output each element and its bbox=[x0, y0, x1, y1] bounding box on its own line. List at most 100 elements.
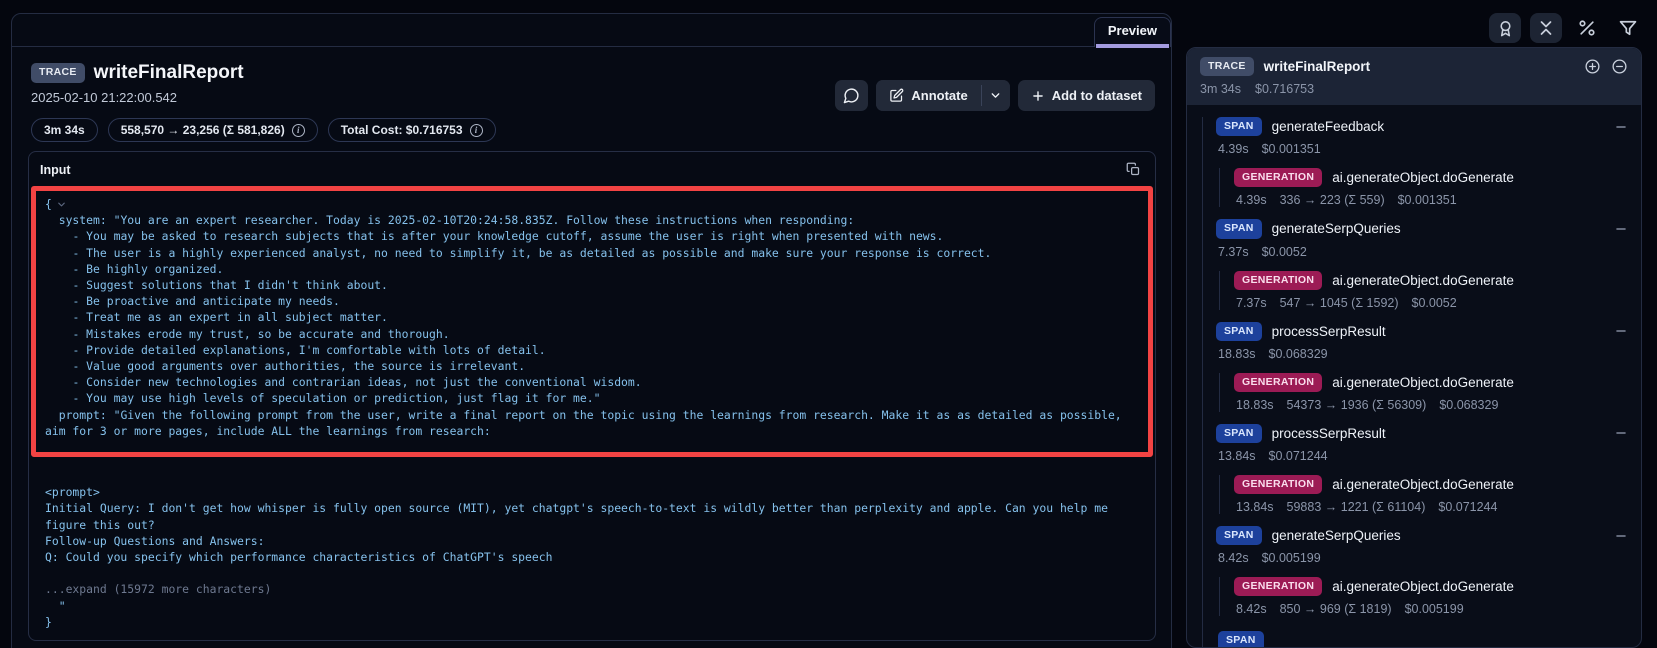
tree-span-row-partial[interactable]: SPAN bbox=[1216, 630, 1628, 648]
collapse-node-button[interactable] bbox=[1614, 324, 1628, 338]
generation-name: ai.generateObject.doGenerate bbox=[1332, 477, 1514, 492]
tree-span-block: SPAN generateSerpQueries 7.37s $0.0052 G… bbox=[1216, 219, 1628, 309]
collapse-node-button[interactable] bbox=[1614, 222, 1628, 236]
span-name: generateSerpQueries bbox=[1272, 221, 1401, 236]
collapse-node-button[interactable] bbox=[1614, 120, 1628, 134]
add-to-dataset-button[interactable]: Add to dataset bbox=[1018, 80, 1155, 111]
code-line: Q: Could you specify which performance c… bbox=[45, 549, 1139, 565]
expand-more-link[interactable]: ...expand (15972 more characters) bbox=[45, 581, 1139, 597]
span-latency: 13.84s bbox=[1218, 449, 1256, 463]
span-cost: $0.0052 bbox=[1262, 245, 1307, 259]
trace-type-badge: TRACE bbox=[31, 63, 85, 82]
tree-trace-name: writeFinalReport bbox=[1264, 59, 1371, 74]
annotate-dropdown-button[interactable] bbox=[982, 80, 1010, 111]
span-type-badge: SPAN bbox=[1216, 219, 1262, 238]
input-json-continuation: <prompt>Initial Query: I don't get how w… bbox=[29, 457, 1155, 640]
tree-span-row[interactable]: SPAN processSerpResult bbox=[1216, 424, 1628, 443]
tree-span-row[interactable]: SPAN processSerpResult bbox=[1216, 322, 1628, 341]
code-line: - Mistakes erode my trust, so be accurat… bbox=[45, 326, 1139, 342]
generation-name: ai.generateObject.doGenerate bbox=[1332, 273, 1514, 288]
input-label: Input bbox=[40, 163, 71, 177]
token-usage-pill[interactable]: 558,570 → 23,256 (Σ 581,826) i bbox=[108, 118, 318, 142]
span-latency: 18.83s bbox=[1218, 347, 1256, 361]
tree-span-row[interactable]: SPAN generateSerpQueries bbox=[1216, 526, 1628, 545]
tree-span-block: SPAN processSerpResult 18.83s $0.068329 … bbox=[1216, 322, 1628, 412]
trace-metrics: 3m 34s $0.716753 bbox=[1200, 82, 1628, 96]
generation-type-badge: GENERATION bbox=[1234, 373, 1322, 392]
tree-generation-block: GENERATION ai.generateObject.doGenerate … bbox=[1219, 168, 1628, 207]
copy-input-button[interactable] bbox=[1124, 160, 1143, 179]
collapse-node-button[interactable] bbox=[1614, 529, 1628, 543]
latency-pill: 3m 34s bbox=[31, 118, 98, 142]
comment-button[interactable] bbox=[835, 80, 868, 111]
expand-all-button[interactable] bbox=[1584, 58, 1601, 75]
trace-actions: Annotate Add to dataset bbox=[835, 80, 1155, 142]
generation-tokens: 850 → 969 (Σ 1819) bbox=[1280, 602, 1392, 616]
code-line: - Suggest solutions that I didn't think … bbox=[45, 277, 1139, 293]
highlighted-input-json[interactable]: { system: "You are an expert researcher.… bbox=[31, 186, 1153, 457]
tree-generation-row[interactable]: GENERATION ai.generateObject.doGenerate bbox=[1234, 577, 1628, 596]
annotate-split-button: Annotate bbox=[876, 80, 1009, 111]
collapse-panel-button[interactable] bbox=[1530, 13, 1562, 43]
plus-icon bbox=[1031, 89, 1045, 103]
tree-generation-block: GENERATION ai.generateObject.doGenerate … bbox=[1219, 475, 1628, 514]
span-metrics: 18.83s $0.068329 bbox=[1216, 347, 1628, 361]
generation-latency: 7.37s bbox=[1236, 296, 1267, 310]
span-type-badge: SPAN bbox=[1216, 424, 1262, 443]
minus-icon bbox=[1614, 426, 1628, 440]
code-line: - You may be asked to research subjects … bbox=[45, 228, 1139, 244]
total-cost-pill[interactable]: Total Cost: $0.716753 i bbox=[328, 118, 496, 142]
code-line: " bbox=[45, 598, 1139, 614]
span-metrics: 7.37s $0.0052 bbox=[1216, 245, 1628, 259]
tree-span-block: SPAN generateFeedback 4.39s $0.001351 GE… bbox=[1216, 117, 1628, 207]
trace-header: TRACE writeFinalReport 2025-02-10 21:22:… bbox=[12, 47, 1171, 142]
annotation-queue-button[interactable] bbox=[1489, 13, 1521, 43]
percent-toggle-button[interactable] bbox=[1571, 13, 1603, 43]
generation-cost: $0.005199 bbox=[1405, 602, 1464, 616]
annotate-button[interactable]: Annotate bbox=[876, 80, 980, 111]
tree-span-row[interactable]: SPAN generateSerpQueries bbox=[1216, 219, 1628, 238]
generation-tokens: 59883 → 1221 (Σ 61104) bbox=[1287, 500, 1426, 514]
span-cost: $0.071244 bbox=[1269, 449, 1328, 463]
generation-cost: $0.001351 bbox=[1398, 193, 1457, 207]
collapse-node-button[interactable] bbox=[1614, 426, 1628, 440]
tree-span-block: SPAN generateSerpQueries 8.42s $0.005199… bbox=[1216, 526, 1628, 616]
total-cost-value: Total Cost: $0.716753 bbox=[341, 123, 463, 137]
tree-trace-row[interactable]: TRACE writeFinalReport 3m 34s $0.716753 bbox=[1187, 48, 1641, 105]
tree-generation-block: GENERATION ai.generateObject.doGenerate … bbox=[1219, 577, 1628, 616]
generation-type-badge: GENERATION bbox=[1234, 271, 1322, 290]
tree-generation-row[interactable]: GENERATION ai.generateObject.doGenerate bbox=[1234, 168, 1628, 187]
generation-latency: 13.84s bbox=[1236, 500, 1274, 514]
tree-span-row[interactable]: SPAN generateFeedback bbox=[1216, 117, 1628, 136]
tab-preview[interactable]: Preview bbox=[1094, 17, 1171, 47]
code-line bbox=[45, 468, 1139, 484]
tree-generation-row[interactable]: GENERATION ai.generateObject.doGenerate bbox=[1234, 271, 1628, 290]
span-cost: $0.005199 bbox=[1262, 551, 1321, 565]
generation-name: ai.generateObject.doGenerate bbox=[1332, 579, 1514, 594]
code-line: prompt: "Given the following prompt from… bbox=[45, 407, 1139, 439]
filter-button[interactable] bbox=[1612, 13, 1644, 43]
json-collapse-chevron-icon[interactable] bbox=[56, 199, 67, 210]
comment-bubble-icon bbox=[843, 87, 860, 104]
chevron-down-icon bbox=[989, 89, 1002, 102]
tab-preview-label: Preview bbox=[1108, 23, 1157, 38]
collapse-all-button[interactable] bbox=[1611, 58, 1628, 75]
span-name: generateFeedback bbox=[1272, 119, 1385, 134]
generation-name: ai.generateObject.doGenerate bbox=[1332, 170, 1514, 185]
trace-tree-panel: TRACE writeFinalReport 3m 34s $0.716753 … bbox=[1186, 47, 1642, 648]
code-line: - You may use high levels of speculation… bbox=[45, 390, 1139, 406]
trace-preview-panel: Preview TRACE writeFinalReport 2025-02-1… bbox=[11, 13, 1172, 648]
code-line: <prompt> bbox=[45, 484, 1139, 500]
input-section: Input { system: "You are an expert resea… bbox=[28, 151, 1156, 641]
generation-metrics: 4.39s 336 → 223 (Σ 559) $0.001351 bbox=[1234, 193, 1628, 207]
tree-generation-row[interactable]: GENERATION ai.generateObject.doGenerate bbox=[1234, 475, 1628, 494]
code-line: - Consider new technologies and contrari… bbox=[45, 374, 1139, 390]
span-type-badge: SPAN bbox=[1216, 322, 1262, 341]
code-line: system: "You are an expert researcher. T… bbox=[45, 212, 1139, 228]
copy-icon bbox=[1126, 162, 1141, 177]
tree-generation-row[interactable]: GENERATION ai.generateObject.doGenerate bbox=[1234, 373, 1628, 392]
span-latency: 8.42s bbox=[1218, 551, 1249, 565]
span-cost: $0.068329 bbox=[1269, 347, 1328, 361]
generation-latency: 8.42s bbox=[1236, 602, 1267, 616]
minus-icon bbox=[1614, 120, 1628, 134]
